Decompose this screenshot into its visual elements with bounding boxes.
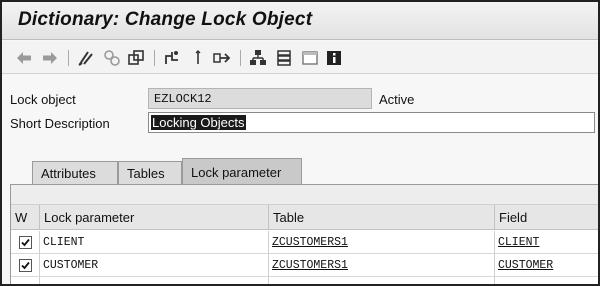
table-link[interactable]: ZCUSTOMERS1: [272, 236, 348, 249]
forward-arrow-icon[interactable]: [40, 48, 60, 68]
empty-row-cell: [11, 277, 40, 284]
col-header-w[interactable]: W: [11, 205, 40, 230]
activate-icon[interactable]: [102, 48, 122, 68]
status-text: Active: [379, 92, 415, 107]
application-toolbar: [2, 41, 598, 74]
table-cell-table[interactable]: ZCUSTOMERS1: [269, 231, 495, 254]
tab-strip: Attributes Tables Lock parameter: [10, 158, 598, 185]
back-arrow-icon[interactable]: [14, 48, 34, 68]
sap-window: Dictionary: Change Lock Object Lock obje…: [0, 0, 600, 286]
empty-row-cell: [40, 277, 269, 284]
checkbox[interactable]: [19, 236, 32, 249]
lock-object-field[interactable]: EZLOCK12: [148, 88, 372, 109]
table-cell-lock-parameter[interactable]: CUSTOMER: [40, 254, 269, 277]
lock-parameter-table: W Lock parameter Table Field CLIENT ZCUS…: [10, 185, 598, 284]
table-row-cell-w: [11, 254, 40, 277]
table-cell-field[interactable]: CLIENT: [495, 231, 598, 254]
col-header-table[interactable]: Table: [269, 205, 495, 230]
toolbar-separator: [68, 50, 69, 66]
table-toolbar: [11, 185, 598, 205]
display-change-icon[interactable]: [76, 48, 96, 68]
lock-object-label: Lock object: [10, 92, 76, 107]
table-cell-field[interactable]: CUSTOMER: [495, 254, 598, 277]
hierarchy-icon[interactable]: [248, 48, 268, 68]
tab-attributes[interactable]: Attributes: [32, 161, 118, 185]
stack-icon[interactable]: [274, 48, 294, 68]
fullscreen-icon[interactable]: [300, 48, 320, 68]
toolbar-separator: [240, 50, 241, 66]
checkbox[interactable]: [19, 259, 32, 272]
other-object-icon[interactable]: [188, 48, 208, 68]
table-cell-table[interactable]: ZCUSTOMERS1: [269, 254, 495, 277]
empty-row-cell: [495, 277, 598, 284]
col-header-field[interactable]: Field: [495, 205, 598, 230]
short-description-label: Short Description: [10, 116, 110, 131]
check-icon[interactable]: [126, 48, 146, 68]
info-icon[interactable]: [324, 48, 344, 68]
col-header-lock-parameter[interactable]: Lock parameter: [40, 205, 269, 230]
title-bar: Dictionary: Change Lock Object: [2, 2, 598, 40]
toolbar-separator: [154, 50, 155, 66]
table-cell-lock-parameter[interactable]: CLIENT: [40, 231, 269, 254]
navigate-icon[interactable]: [212, 48, 232, 68]
empty-row-cell: [269, 277, 495, 284]
short-description-value: Locking Objects: [151, 115, 246, 130]
tab-lock-parameter[interactable]: Lock parameter: [182, 158, 302, 185]
tab-tables[interactable]: Tables: [118, 161, 182, 185]
table-row-cell-w: [11, 231, 40, 254]
window-title: Dictionary: Change Lock Object: [18, 9, 313, 30]
field-link[interactable]: CUSTOMER: [498, 259, 553, 272]
short-description-field[interactable]: Locking Objects: [148, 112, 595, 133]
field-link[interactable]: CLIENT: [498, 236, 539, 249]
table-link[interactable]: ZCUSTOMERS1: [272, 259, 348, 272]
where-used-icon[interactable]: [162, 48, 182, 68]
